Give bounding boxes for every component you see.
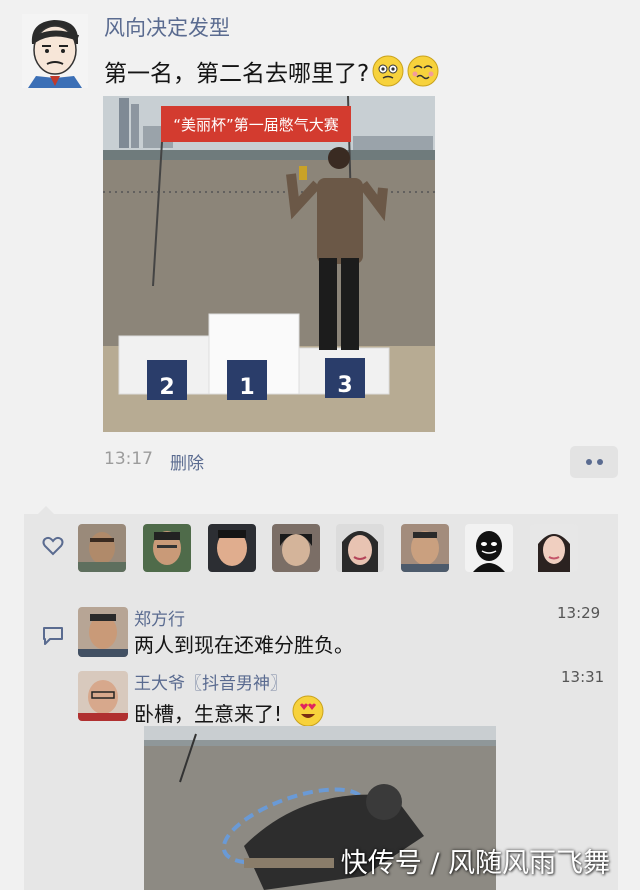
post-timestamp: 13:17: [104, 449, 153, 469]
like-avatar[interactable]: [143, 524, 191, 572]
podium-number-3: 3: [337, 373, 352, 398]
like-avatar[interactable]: [78, 524, 126, 572]
heart-eyes-face-icon: [292, 695, 324, 727]
banner-text: “美丽杯”第一届憋气大赛: [173, 116, 339, 134]
comment-text-content: 卧槽，生意来了!: [134, 702, 283, 726]
comment-text: 两人到现在还难分胜负。: [134, 633, 354, 657]
comment-author[interactable]: 郑方行: [134, 605, 185, 630]
worried-face-icon: [372, 55, 404, 87]
comment-avatar[interactable]: [78, 607, 128, 657]
like-avatar[interactable]: [208, 524, 256, 572]
comment-timestamp: 13:29: [557, 604, 601, 622]
comment-author[interactable]: 王大爷〖抖音男神〗: [134, 669, 287, 694]
watermark: 快传号 / 风随风雨飞舞: [340, 848, 610, 879]
more-options-button[interactable]: [570, 446, 618, 478]
comment-timestamp: 13:31: [561, 668, 605, 686]
interaction-panel: 郑方行 13:29 两人到现在还难分胜负。 王大爷〖抖音男神〗 13:31 卧槽…: [24, 506, 618, 890]
comment-text: 卧槽，生意来了!: [134, 695, 324, 727]
dot-icon: [596, 459, 603, 465]
comment-bubble-icon: [42, 626, 64, 646]
like-avatar[interactable]: [336, 524, 384, 572]
podium-number-2: 2: [159, 375, 174, 400]
delete-button[interactable]: 删除: [170, 449, 204, 474]
comment-avatar[interactable]: [78, 671, 128, 721]
like-avatar[interactable]: [530, 524, 578, 572]
like-avatar[interactable]: [401, 524, 449, 572]
post-text: 第一名，第二名去哪里了?: [104, 54, 439, 88]
like-avatar[interactable]: [465, 524, 513, 572]
dot-icon: [585, 459, 592, 465]
podium-number-1: 1: [239, 375, 254, 400]
post-photo[interactable]: “美丽杯”第一届憋气大赛 2 1 3: [103, 96, 435, 432]
like-avatar[interactable]: [272, 524, 320, 572]
post-text-content: 第一名，第二名去哪里了?: [104, 61, 370, 87]
author-avatar[interactable]: [22, 14, 88, 88]
heart-outline-icon: [42, 536, 64, 556]
woozy-face-icon: [407, 55, 439, 87]
author-name[interactable]: 风向决定发型: [104, 12, 230, 42]
